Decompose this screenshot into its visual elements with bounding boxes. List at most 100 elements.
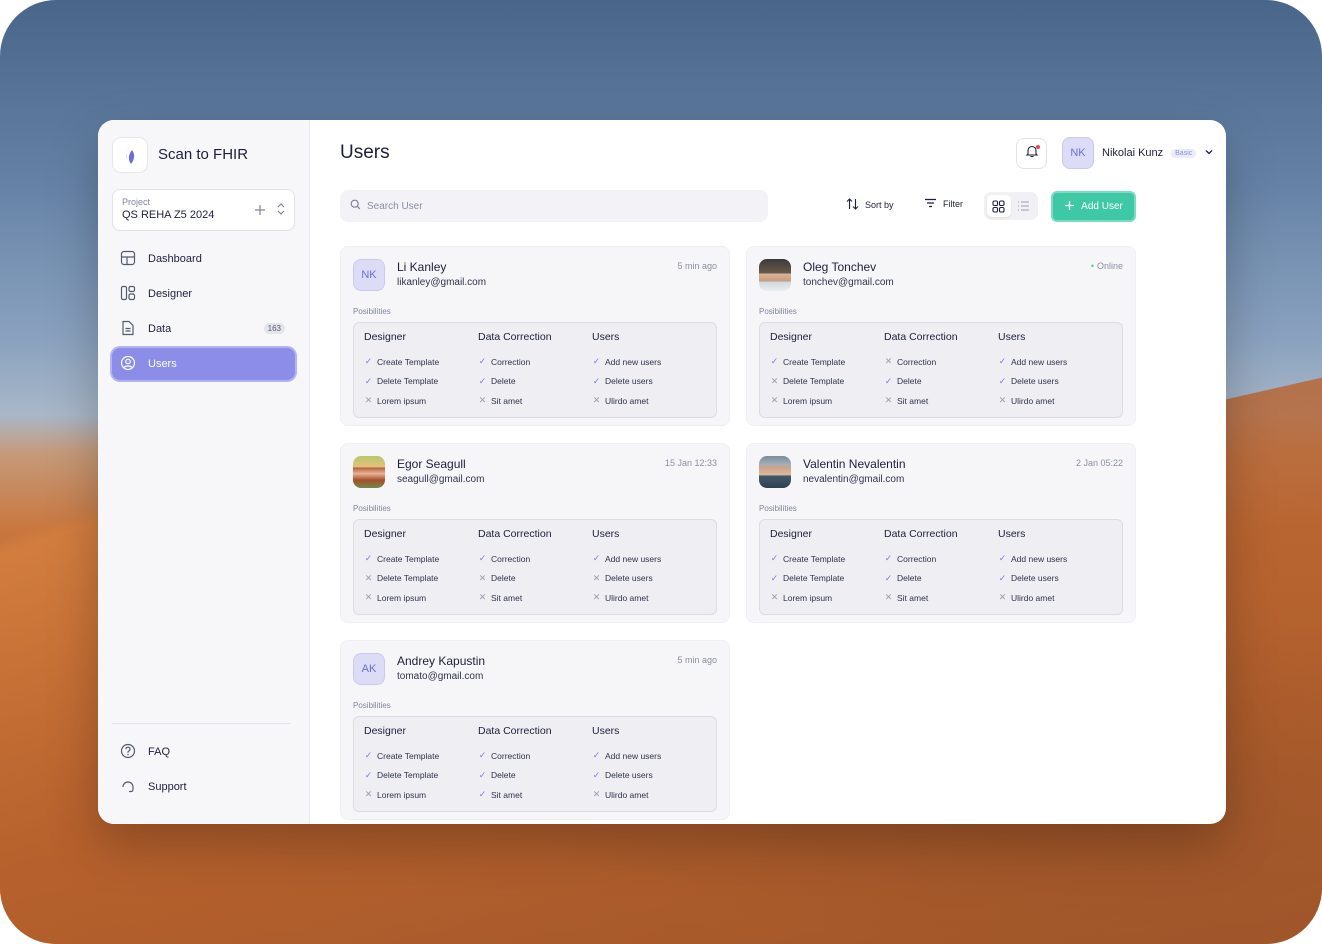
nav-item-designer[interactable]: Designer <box>112 278 295 310</box>
user-status: 15 Jan 12:33 <box>664 458 717 468</box>
permission-label: Add new users <box>605 750 662 761</box>
data-count-badge: 163 <box>263 323 285 334</box>
user-identity: Andrey Kapustin tomato@gmail.com <box>397 653 485 682</box>
user-card[interactable]: Oleg Tonchev tonchev@gmail.com Online Po… <box>746 246 1136 426</box>
permission-item: ✓ Create Template <box>364 549 478 569</box>
main-content: Users NK Nikolai Kunz Basic Search User … <box>310 120 1226 824</box>
designer-icon <box>120 285 136 304</box>
permission-label: Delete <box>491 770 516 781</box>
permission-label: Delete users <box>605 376 653 387</box>
notifications-button[interactable] <box>1016 138 1047 169</box>
permission-group-title: Data Correction <box>884 528 958 540</box>
add-user-button[interactable]: Add User <box>1051 191 1136 222</box>
permission-item: ✕ Delete users <box>592 569 706 589</box>
user-menu[interactable]: NK Nikolai Kunz Basic <box>1062 137 1214 169</box>
project-selector[interactable]: Project QS REHA Z5 2024 <box>112 189 295 231</box>
nav-item-support[interactable]: Support <box>112 771 291 803</box>
check-icon: ✓ <box>770 572 779 583</box>
user-photo <box>353 456 385 488</box>
cross-icon: ✕ <box>478 572 487 583</box>
cross-icon: ✕ <box>478 395 487 406</box>
permission-item: ✓ Add new users <box>998 352 1112 372</box>
permission-group-title: Designer <box>364 528 407 540</box>
permissions-caption: Posibilities <box>353 701 391 710</box>
nav-label-faq: FAQ <box>148 746 171 758</box>
plus-icon[interactable] <box>254 203 266 221</box>
check-icon: ✓ <box>364 769 373 780</box>
permission-label: Create Template <box>377 750 440 761</box>
search-icon <box>350 199 361 213</box>
user-card[interactable]: AK Andrey Kapustin tomato@gmail.com 5 mi… <box>340 640 730 820</box>
permission-label: Delete <box>897 376 922 387</box>
grid-view-icon[interactable] <box>986 195 1011 217</box>
permission-item: ✓ Delete <box>884 569 998 589</box>
user-initials-avatar: AK <box>353 653 385 685</box>
chevron-up-down-icon[interactable] <box>276 202 286 221</box>
permission-item: ✓ Delete users <box>998 569 1112 589</box>
permission-label: Correction <box>491 750 531 761</box>
search-field[interactable]: Search User <box>340 190 768 222</box>
permission-label: Delete Template <box>377 573 439 584</box>
check-icon: ✓ <box>884 572 893 583</box>
permission-label: Lorem ipsum <box>377 789 427 800</box>
permission-group-title: Designer <box>770 331 813 343</box>
check-icon: ✓ <box>364 553 373 564</box>
permission-label: Delete users <box>1011 573 1059 584</box>
permission-group: Data Correction ✓ Correction ✓ Delete ✓ Sit a… <box>478 725 592 803</box>
check-icon: ✓ <box>592 769 601 780</box>
plus-icon <box>1064 200 1075 214</box>
user-card[interactable]: Valentin Nevalentin nevalentin@gmail.com… <box>746 443 1136 623</box>
user-name: Egor Seagull <box>397 457 466 471</box>
user-card[interactable]: NK Li Kanley likanley@gmail.com 5 min ag… <box>340 246 730 426</box>
permission-item: ✕ Lorem ipsum <box>770 588 884 608</box>
permission-group: Designer ✓ Create Template ✕ Delete Templat… <box>364 528 478 606</box>
check-icon: ✓ <box>478 769 487 780</box>
check-icon: ✓ <box>998 572 1007 583</box>
permission-label: Delete <box>491 376 516 387</box>
permission-item: ✓ Correction <box>478 352 592 372</box>
nav-item-users[interactable]: Users <box>112 348 295 380</box>
cross-icon: ✕ <box>884 395 893 406</box>
app-name: Scan to FHIR <box>158 146 249 163</box>
permission-item: ✕ Delete <box>478 569 592 589</box>
check-icon: ✓ <box>364 750 373 761</box>
list-view-icon[interactable] <box>1012 195 1036 217</box>
user-card-header: Oleg Tonchev tonchev@gmail.com <box>759 259 1123 293</box>
app-logo-icon <box>112 136 148 173</box>
nav-item-faq[interactable]: FAQ <box>112 736 291 768</box>
chevron-down-icon[interactable] <box>1204 144 1214 162</box>
search-input[interactable]: Search User <box>367 201 423 212</box>
permission-label: Delete <box>897 573 922 584</box>
permission-group-title: Data Correction <box>478 725 552 737</box>
user-email: likanley@gmail.com <box>397 277 487 288</box>
filter-button[interactable]: Filter <box>924 198 963 210</box>
permission-label: Delete Template <box>783 573 845 584</box>
cross-icon: ✕ <box>364 592 373 603</box>
permission-label: Delete users <box>1011 376 1059 387</box>
brand: Scan to FHIR <box>112 136 295 173</box>
user-card[interactable]: Egor Seagull seagull@gmail.com 15 Jan 12… <box>340 443 730 623</box>
check-icon: ✓ <box>998 356 1007 367</box>
permissions-caption: Posibilities <box>759 307 797 316</box>
plan-badge: Basic <box>1171 148 1197 158</box>
permission-item: ✓ Delete users <box>592 766 706 786</box>
permission-group: Designer ✓ Create Template ✓ Delete Templat… <box>770 528 884 606</box>
permission-item: ✓ Delete Template <box>364 372 478 392</box>
nav-item-data[interactable]: Data 163 <box>112 313 295 345</box>
user-initials-avatar: NK <box>353 259 385 291</box>
avatar: NK <box>1062 137 1094 169</box>
check-icon: ✓ <box>592 375 601 386</box>
permission-group: Data Correction ✕ Correction ✓ Delete ✕ Sit a… <box>884 331 998 409</box>
nav-item-dashboard[interactable]: Dashboard <box>112 243 295 275</box>
permission-label: Correction <box>491 356 531 367</box>
user-status: 2 Jan 05:22 <box>1075 458 1123 468</box>
permission-item: ✕ Sit amet <box>478 391 592 411</box>
user-name: Andrey Kapustin <box>397 654 486 668</box>
check-icon: ✓ <box>592 553 601 564</box>
cross-icon: ✕ <box>770 592 779 603</box>
nav-label-designer: Designer <box>148 288 193 300</box>
permissions-box: Designer ✓ Create Template ✕ Delete Templat… <box>353 519 717 615</box>
permission-group-title: Users <box>998 331 1026 343</box>
permission-label: Ulirdo amet <box>605 789 649 800</box>
sort-button[interactable]: Sort by <box>846 198 894 212</box>
